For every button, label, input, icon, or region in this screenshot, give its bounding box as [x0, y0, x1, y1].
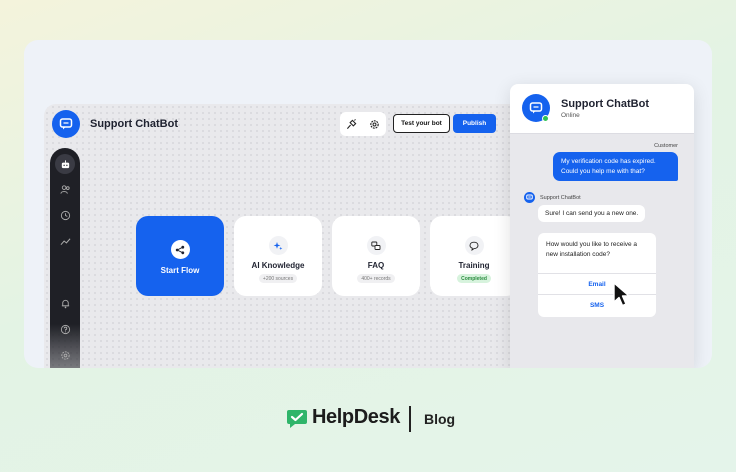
bot-question-text: How would you like to receive a new inst…: [546, 241, 638, 258]
chat-header: Support ChatBot Online: [510, 84, 694, 134]
bot-logo-icon: [52, 110, 80, 138]
sidebar: [50, 148, 80, 368]
users-icon[interactable]: [57, 181, 73, 197]
section-name: Blog: [424, 411, 456, 427]
mouse-cursor-icon: [612, 282, 634, 313]
tile-faq[interactable]: FAQ 400+ records: [332, 216, 420, 296]
tile-ai-knowledge[interactable]: AI Knowledge +200 sources: [234, 216, 322, 296]
tile-badge: 400+ records: [357, 274, 395, 283]
option-sms-button[interactable]: SMS: [538, 294, 656, 315]
helpdesk-logo-icon: [286, 409, 308, 434]
test-bot-button[interactable]: Test your bot: [393, 114, 450, 133]
customer-label: Customer: [654, 143, 678, 149]
hero-card: Support ChatBot Test your bot Publish St…: [24, 40, 712, 368]
plug-icon[interactable]: [343, 115, 361, 133]
clock-icon[interactable]: [57, 207, 73, 223]
app-title: Support ChatBot: [90, 118, 178, 130]
option-email-button[interactable]: Email: [538, 273, 656, 294]
tile-training[interactable]: Training Completed: [430, 216, 518, 296]
tile-label: Start Flow: [160, 266, 200, 275]
settings-icon[interactable]: [57, 347, 73, 363]
help-icon[interactable]: [57, 321, 73, 337]
faq-icon: [366, 236, 386, 255]
chat-widget: Support ChatBot Online Customer My verif…: [510, 84, 694, 368]
tile-badge: +200 sources: [258, 274, 298, 283]
bot-icon[interactable]: [55, 154, 75, 174]
gear-icon[interactable]: [366, 115, 384, 133]
bot-small-icon: [524, 192, 535, 203]
tile-label: AI Knowledge: [251, 261, 305, 270]
tile-label: FAQ: [367, 261, 385, 270]
chat-status: Online: [561, 112, 580, 119]
sparkle-icon: [268, 236, 288, 255]
brand-name: HelpDesk: [312, 406, 400, 428]
bot-question-card: How would you like to receive a new inst…: [538, 233, 656, 317]
bell-icon[interactable]: [57, 295, 73, 311]
bot-message: Sure! I can send you a new one.: [538, 205, 646, 222]
publish-button[interactable]: Publish: [453, 114, 496, 133]
tile-start-flow[interactable]: Start Flow: [136, 216, 224, 296]
analytics-icon[interactable]: [57, 233, 73, 249]
brand-divider: [409, 406, 411, 432]
bot-builder-app: Support ChatBot Test your bot Publish St…: [44, 104, 544, 368]
bot-name: Support ChatBot: [540, 195, 581, 201]
status-badge: Completed: [457, 274, 491, 283]
chat-bubble-icon: [464, 236, 484, 255]
flow-icon: [170, 240, 190, 259]
customer-message: My verification code has expired. Could …: [553, 152, 678, 181]
chat-title: Support ChatBot: [561, 98, 649, 110]
footer-brand: HelpDesk Blog: [0, 406, 736, 434]
tile-label: Training: [458, 261, 490, 270]
toolbar-icons: [340, 112, 386, 136]
online-indicator: [542, 115, 549, 122]
